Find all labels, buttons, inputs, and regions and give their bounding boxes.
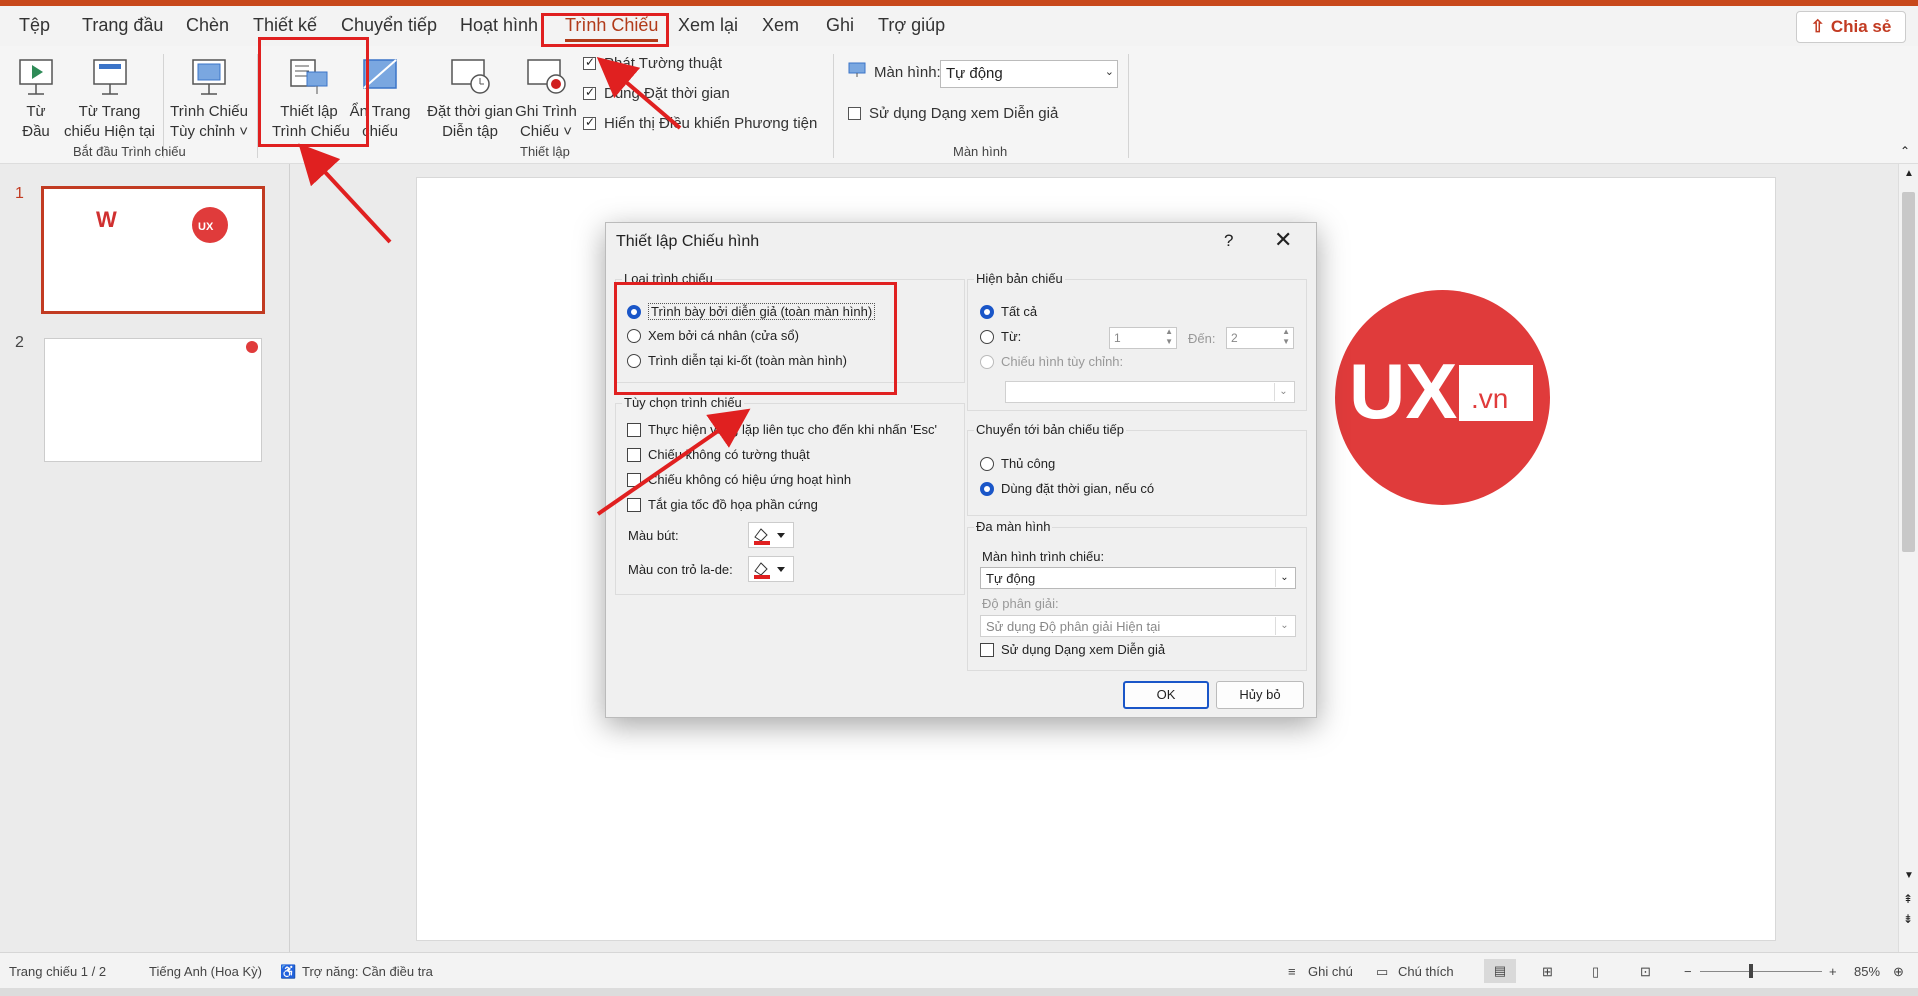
arrow-to-show-type (596, 408, 751, 516)
annotation-arrows (298, 57, 751, 516)
arrow-to-tab (596, 57, 682, 130)
arrow-to-setup-button (298, 143, 392, 244)
